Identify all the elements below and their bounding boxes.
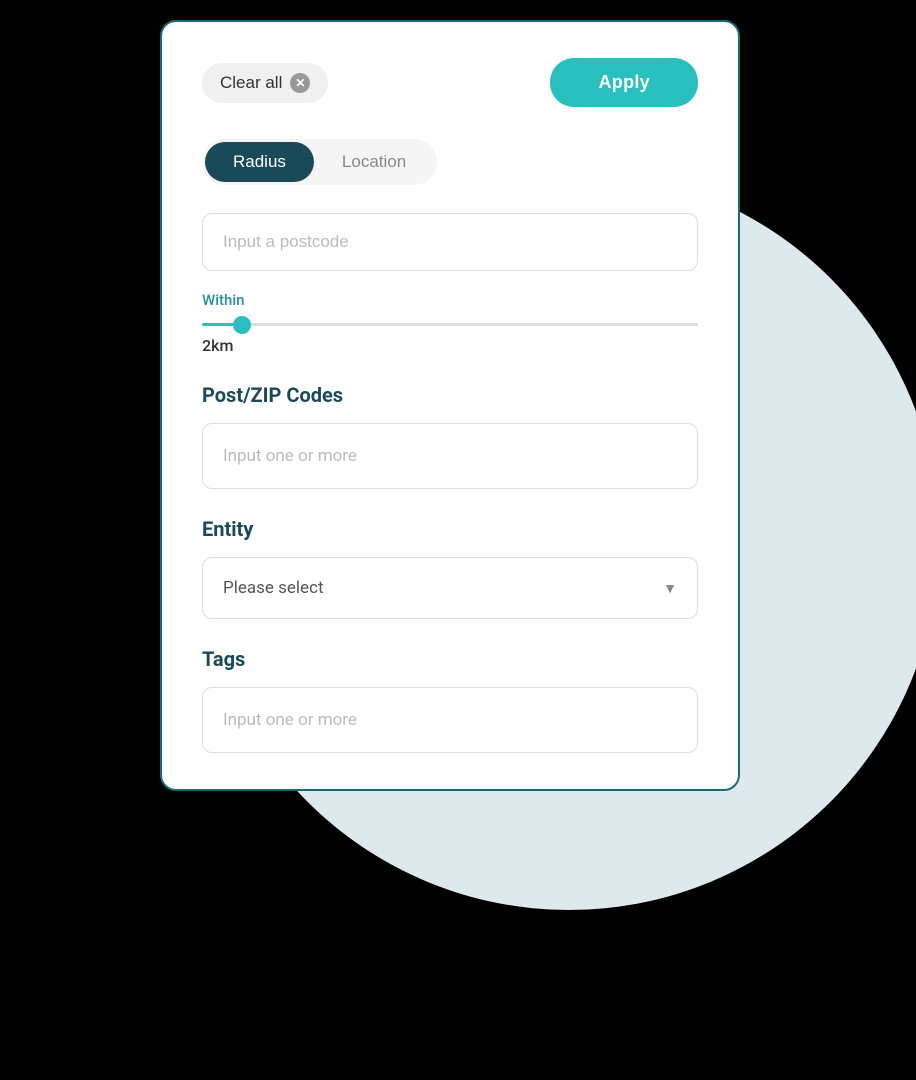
scene: Clear all ✕ Apply Radius Location Within… [0, 0, 916, 1080]
section-title-post-zip: Post/ZIP Codes [202, 383, 698, 407]
section-title-tags: Tags [202, 647, 698, 671]
tab-radius[interactable]: Radius [205, 142, 314, 182]
entity-select[interactable]: Please select ▼ [202, 557, 698, 619]
tags-input[interactable]: Input one or more [202, 687, 698, 753]
slider-value: 2km [202, 336, 698, 355]
chevron-down-icon: ▼ [663, 580, 677, 597]
apply-button[interactable]: Apply [550, 58, 698, 107]
clear-all-button[interactable]: Clear all ✕ [202, 63, 328, 103]
postcode-input[interactable] [202, 213, 698, 271]
tab-location[interactable]: Location [314, 142, 434, 182]
filter-panel: Clear all ✕ Apply Radius Location Within… [160, 20, 740, 791]
post-zip-placeholder: Input one or more [223, 446, 357, 466]
clear-all-label: Clear all [220, 73, 282, 93]
post-zip-input[interactable]: Input one or more [202, 423, 698, 489]
section-title-entity: Entity [202, 517, 698, 541]
slider-track [202, 323, 698, 326]
clear-all-icon: ✕ [290, 73, 310, 93]
entity-select-value: Please select [223, 578, 324, 598]
radius-slider[interactable] [202, 323, 698, 326]
tab-toggle: Radius Location [202, 139, 437, 185]
slider-thumb[interactable] [233, 316, 251, 334]
within-label: Within [202, 291, 698, 309]
header-row: Clear all ✕ Apply [202, 58, 698, 107]
tags-placeholder: Input one or more [223, 710, 357, 730]
